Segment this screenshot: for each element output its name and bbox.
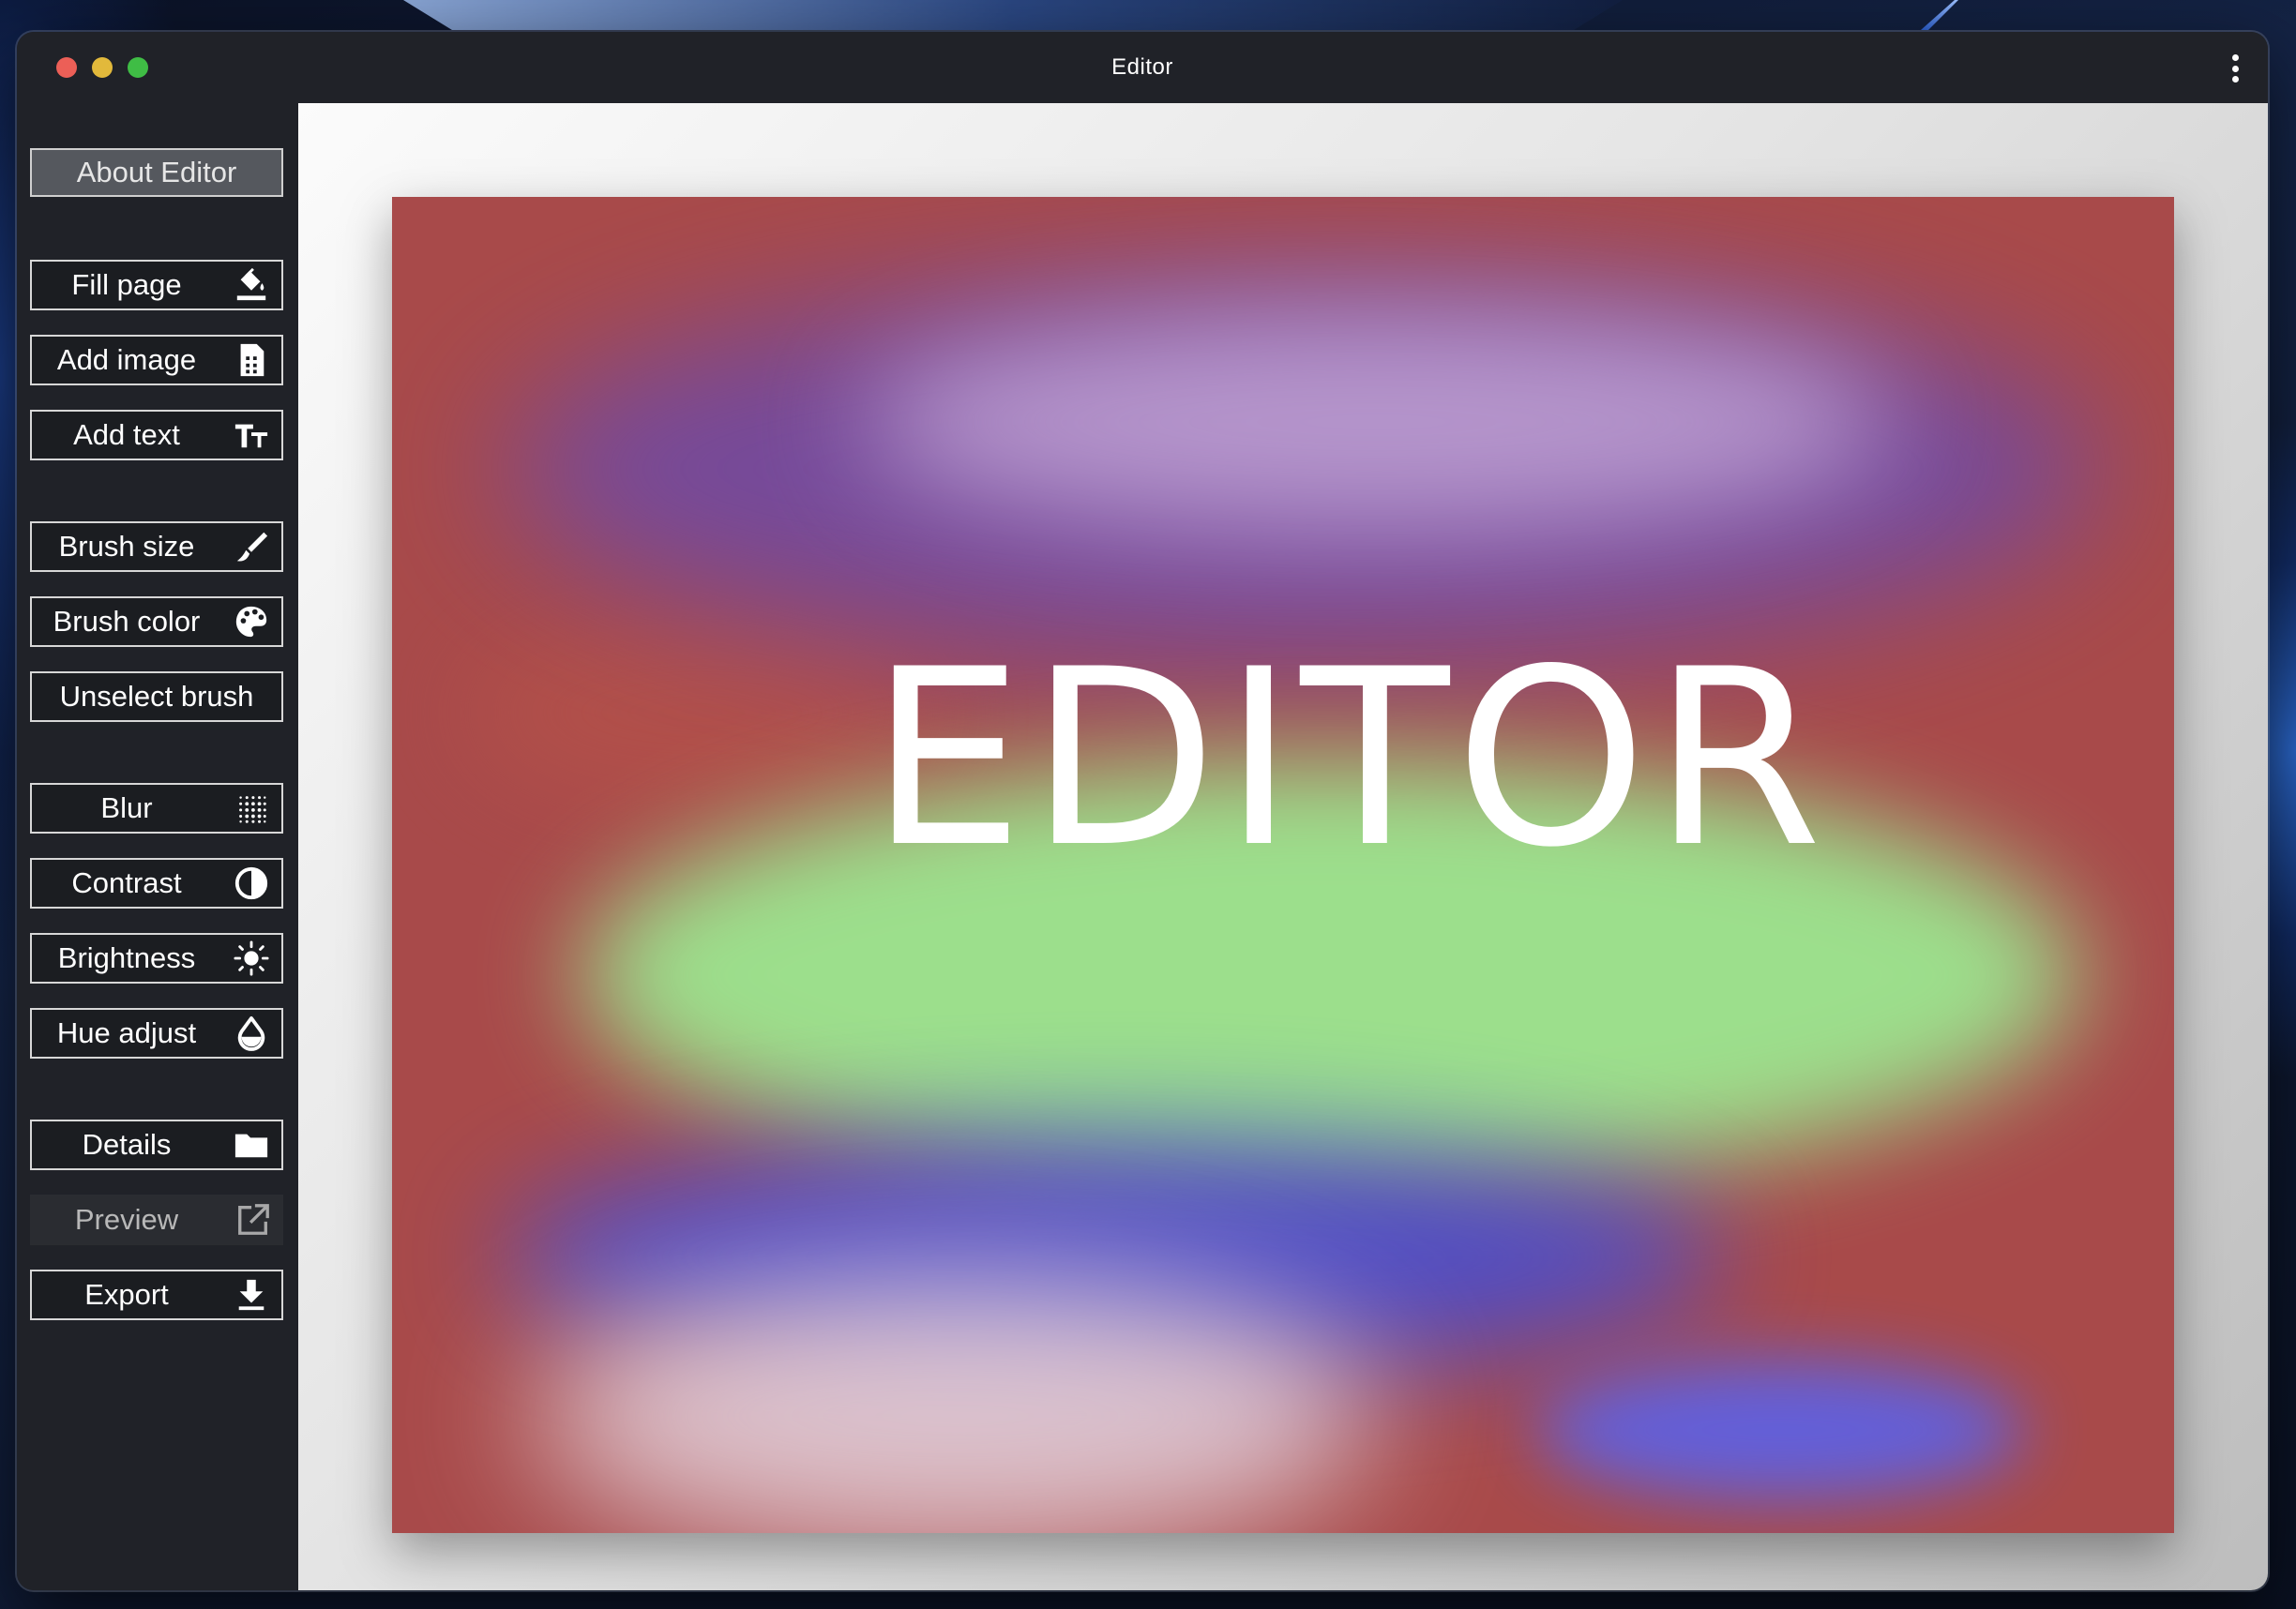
paint-stroke [1536,1360,2024,1500]
details-label: Details [82,1128,172,1161]
brightness-button[interactable]: Brightness [30,933,283,984]
brush-color-button[interactable]: Brush color [30,596,283,647]
fill-page-button[interactable]: Fill page [30,260,283,310]
preview-label: Preview [74,1203,179,1236]
unselect-brush-button[interactable]: Unselect brush [30,671,283,722]
fill-page-label: Fill page [71,268,182,301]
brush-size-label: Brush size [58,530,195,563]
more-options-icon[interactable] [2232,54,2240,83]
external-link-icon [234,1201,272,1239]
add-text-button[interactable]: Add text [30,410,283,460]
about-editor-label: About Editor [76,156,237,188]
blur-button[interactable]: Blur [30,783,283,834]
wallpaper-streak [1921,0,1958,30]
paintbrush-icon [233,528,270,565]
about-editor-button[interactable]: About Editor [30,148,283,197]
window-title: Editor [1111,54,1173,80]
text-size-icon [233,416,270,454]
contrast-button[interactable]: Contrast [30,858,283,909]
blur-label: Blur [100,791,153,824]
contrast-label: Contrast [71,866,182,899]
brush-size-button[interactable]: Brush size [30,521,283,572]
paint-stroke [861,309,1893,534]
add-text-label: Add text [73,418,180,451]
close-window-button[interactable] [56,57,77,78]
brightness-label: Brightness [57,941,196,974]
editor-window: Editor About Editor Fill page Add image … [17,32,2268,1590]
sun-icon [233,940,270,977]
export-button[interactable]: Export [30,1270,283,1320]
brush-color-label: Brush color [53,605,201,638]
canvas-workspace: EDITOR [298,103,2268,1590]
preview-button[interactable]: Preview [30,1195,283,1245]
download-icon [233,1276,270,1314]
window-controls [56,57,148,78]
droplet-icon [233,1015,270,1052]
add-image-button[interactable]: Add image [30,335,283,385]
contrast-icon [233,865,270,902]
add-image-label: Add image [56,343,197,376]
canvas-text[interactable]: EDITOR [392,638,2174,881]
title-bar: Editor [17,32,2268,103]
tool-sidebar: About Editor Fill page Add image Add tex… [17,103,298,1590]
palette-icon [233,603,270,640]
hue-adjust-label: Hue adjust [56,1016,197,1049]
folder-icon [233,1126,270,1164]
zoom-window-button[interactable] [128,57,148,78]
hue-adjust-button[interactable]: Hue adjust [30,1008,283,1059]
blur-dots-icon [233,789,270,827]
editor-canvas[interactable]: EDITOR [392,197,2174,1533]
unselect-brush-label: Unselect brush [59,680,254,713]
minimize-window-button[interactable] [92,57,113,78]
details-button[interactable]: Details [30,1120,283,1170]
wallpaper-streak [403,0,1623,30]
image-file-icon [233,341,270,379]
paint-bucket-icon [233,266,270,304]
export-label: Export [84,1278,169,1311]
